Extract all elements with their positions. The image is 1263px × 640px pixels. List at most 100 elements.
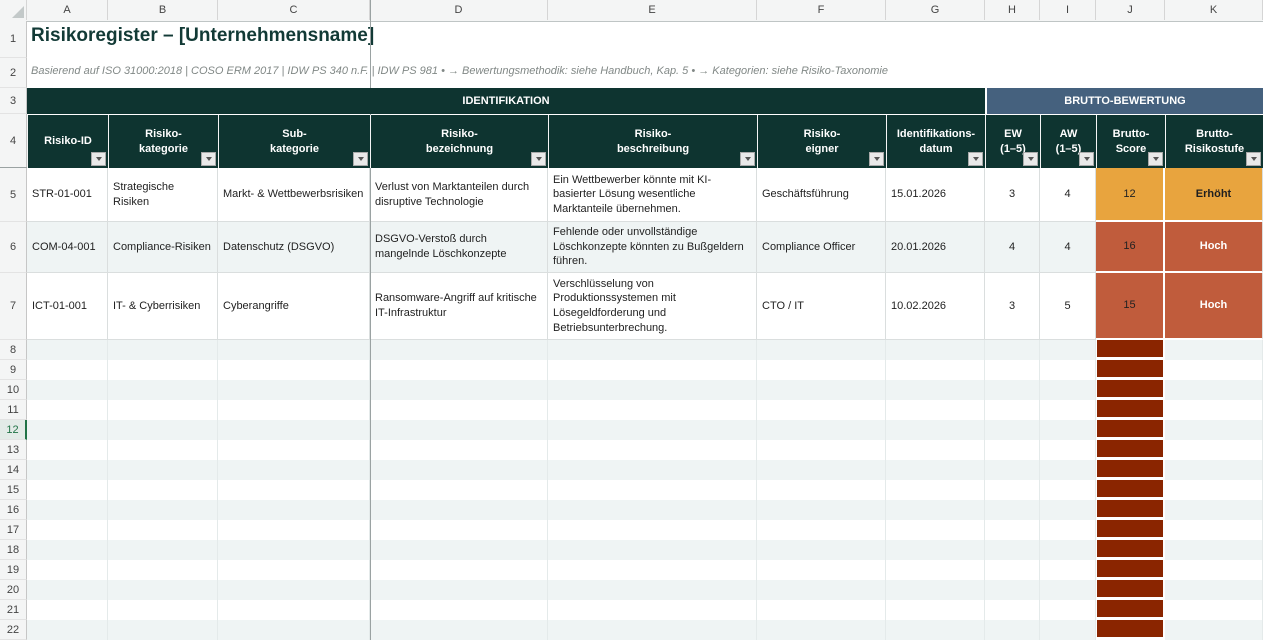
grid-cell[interactable] xyxy=(548,520,757,540)
filter-button[interactable] xyxy=(201,152,216,166)
empty-score-cell[interactable] xyxy=(1096,480,1165,500)
grid-cell[interactable] xyxy=(1040,420,1096,440)
grid-cell[interactable] xyxy=(218,500,370,520)
grid-cell[interactable] xyxy=(370,500,548,520)
grid-cell[interactable] xyxy=(985,600,1040,620)
grid-cell[interactable] xyxy=(548,420,757,440)
grid-cell[interactable] xyxy=(1165,380,1263,400)
cell-gross-score[interactable]: 15 xyxy=(1096,273,1165,340)
grid-cell[interactable] xyxy=(108,500,218,520)
row-header-3[interactable]: 3 xyxy=(0,88,27,114)
column-header-D[interactable]: D xyxy=(370,0,548,20)
grid-cell[interactable] xyxy=(548,500,757,520)
grid-cell[interactable] xyxy=(548,460,757,480)
cell-risk-owner[interactable]: Compliance Officer xyxy=(757,222,886,273)
grid-cell[interactable] xyxy=(886,560,985,580)
grid-cell[interactable] xyxy=(108,560,218,580)
grid-cell[interactable] xyxy=(218,580,370,600)
sheet-subtitle[interactable]: Basierend auf ISO 31000:2018 | COSO ERM … xyxy=(31,65,888,77)
grid-cell[interactable] xyxy=(886,480,985,500)
cell-gross-level[interactable]: Hoch xyxy=(1165,222,1263,273)
row-header-10[interactable]: 10 xyxy=(0,380,27,400)
grid-cell[interactable] xyxy=(27,380,108,400)
grid-cell[interactable] xyxy=(757,520,886,540)
empty-score-cell[interactable] xyxy=(1096,420,1165,440)
grid-cell[interactable] xyxy=(985,340,1040,360)
grid-cell[interactable] xyxy=(985,500,1040,520)
grid-cell[interactable] xyxy=(108,580,218,600)
filter-button[interactable] xyxy=(1148,152,1163,166)
row-header-21[interactable]: 21 xyxy=(0,600,27,620)
grid-cell[interactable] xyxy=(370,420,548,440)
grid-cell[interactable] xyxy=(985,420,1040,440)
cell-identification-date[interactable]: 20.01.2026 xyxy=(886,222,985,273)
grid-cell[interactable] xyxy=(1040,600,1096,620)
row-header-20[interactable]: 20 xyxy=(0,580,27,600)
cell-risk-id[interactable]: ICT-01-001 xyxy=(27,273,108,340)
cell-aw[interactable]: 4 xyxy=(1040,168,1096,222)
filter-button[interactable] xyxy=(91,152,106,166)
grid-cell[interactable] xyxy=(886,420,985,440)
grid-cell[interactable] xyxy=(985,380,1040,400)
empty-score-cell[interactable] xyxy=(1096,440,1165,460)
grid-cell[interactable] xyxy=(1040,540,1096,560)
grid-cell[interactable] xyxy=(108,520,218,540)
sheet-title[interactable]: Risikoregister – [Unternehmensname] xyxy=(31,25,374,47)
empty-score-cell[interactable] xyxy=(1096,360,1165,380)
grid-cell[interactable] xyxy=(218,560,370,580)
cell-risk-category[interactable]: IT- & Cyberrisiken xyxy=(108,273,218,340)
header-identifikationsdatum[interactable]: Identifikations-datum xyxy=(886,115,985,168)
column-header-B[interactable]: B xyxy=(108,0,218,20)
grid-cell[interactable] xyxy=(886,440,985,460)
grid-cell[interactable] xyxy=(757,340,886,360)
column-header-A[interactable]: A xyxy=(27,0,108,20)
band-identifikation[interactable]: IDENTIFIKATION xyxy=(27,88,985,114)
grid-cell[interactable] xyxy=(548,360,757,380)
grid-cell[interactable] xyxy=(1165,540,1263,560)
grid-cell[interactable] xyxy=(985,480,1040,500)
grid-cell[interactable] xyxy=(985,560,1040,580)
grid-cell[interactable] xyxy=(548,620,757,640)
cell-ew[interactable]: 3 xyxy=(985,168,1040,222)
grid-cell[interactable] xyxy=(1040,360,1096,380)
grid-cell[interactable] xyxy=(1165,520,1263,540)
cell-gross-level[interactable]: Erhöht xyxy=(1165,168,1263,222)
column-header-I[interactable]: I xyxy=(1040,0,1096,20)
cell-risk-category[interactable]: Compliance-Risiken xyxy=(108,222,218,273)
filter-button[interactable] xyxy=(869,152,884,166)
grid-cell[interactable] xyxy=(1165,440,1263,460)
cell-subcategory[interactable]: Datenschutz (DSGVO) xyxy=(218,222,370,273)
grid-cell[interactable] xyxy=(370,620,548,640)
grid-cell[interactable] xyxy=(886,400,985,420)
empty-score-cell[interactable] xyxy=(1096,580,1165,600)
grid-cell[interactable] xyxy=(27,460,108,480)
grid-cell[interactable] xyxy=(218,440,370,460)
grid-cell[interactable] xyxy=(1040,620,1096,640)
grid-cell[interactable] xyxy=(548,560,757,580)
cell-gross-score[interactable]: 12 xyxy=(1096,168,1165,222)
grid-cell[interactable] xyxy=(218,420,370,440)
row-header-17[interactable]: 17 xyxy=(0,520,27,540)
grid-cell[interactable] xyxy=(370,520,548,540)
grid-cell[interactable] xyxy=(757,460,886,480)
grid-cell[interactable] xyxy=(548,600,757,620)
header-risiko-beschreibung[interactable]: Risiko-beschreibung xyxy=(548,115,757,168)
cell-risk-id[interactable]: COM-04-001 xyxy=(27,222,108,273)
grid-cell[interactable] xyxy=(886,360,985,380)
grid-cell[interactable] xyxy=(108,400,218,420)
filter-button[interactable] xyxy=(968,152,983,166)
cell-gross-score[interactable]: 16 xyxy=(1096,222,1165,273)
empty-score-cell[interactable] xyxy=(1096,400,1165,420)
grid-cell[interactable] xyxy=(27,620,108,640)
grid-cell[interactable] xyxy=(370,580,548,600)
grid-cell[interactable] xyxy=(218,360,370,380)
cell-ew[interactable]: 3 xyxy=(985,273,1040,340)
grid-cell[interactable] xyxy=(757,360,886,380)
row-header-11[interactable]: 11 xyxy=(0,400,27,420)
grid-cell[interactable] xyxy=(886,460,985,480)
select-all-corner[interactable] xyxy=(0,0,27,20)
grid-cell[interactable] xyxy=(886,380,985,400)
grid-cell[interactable] xyxy=(27,440,108,460)
cell-aw[interactable]: 5 xyxy=(1040,273,1096,340)
grid-cell[interactable] xyxy=(1165,400,1263,420)
